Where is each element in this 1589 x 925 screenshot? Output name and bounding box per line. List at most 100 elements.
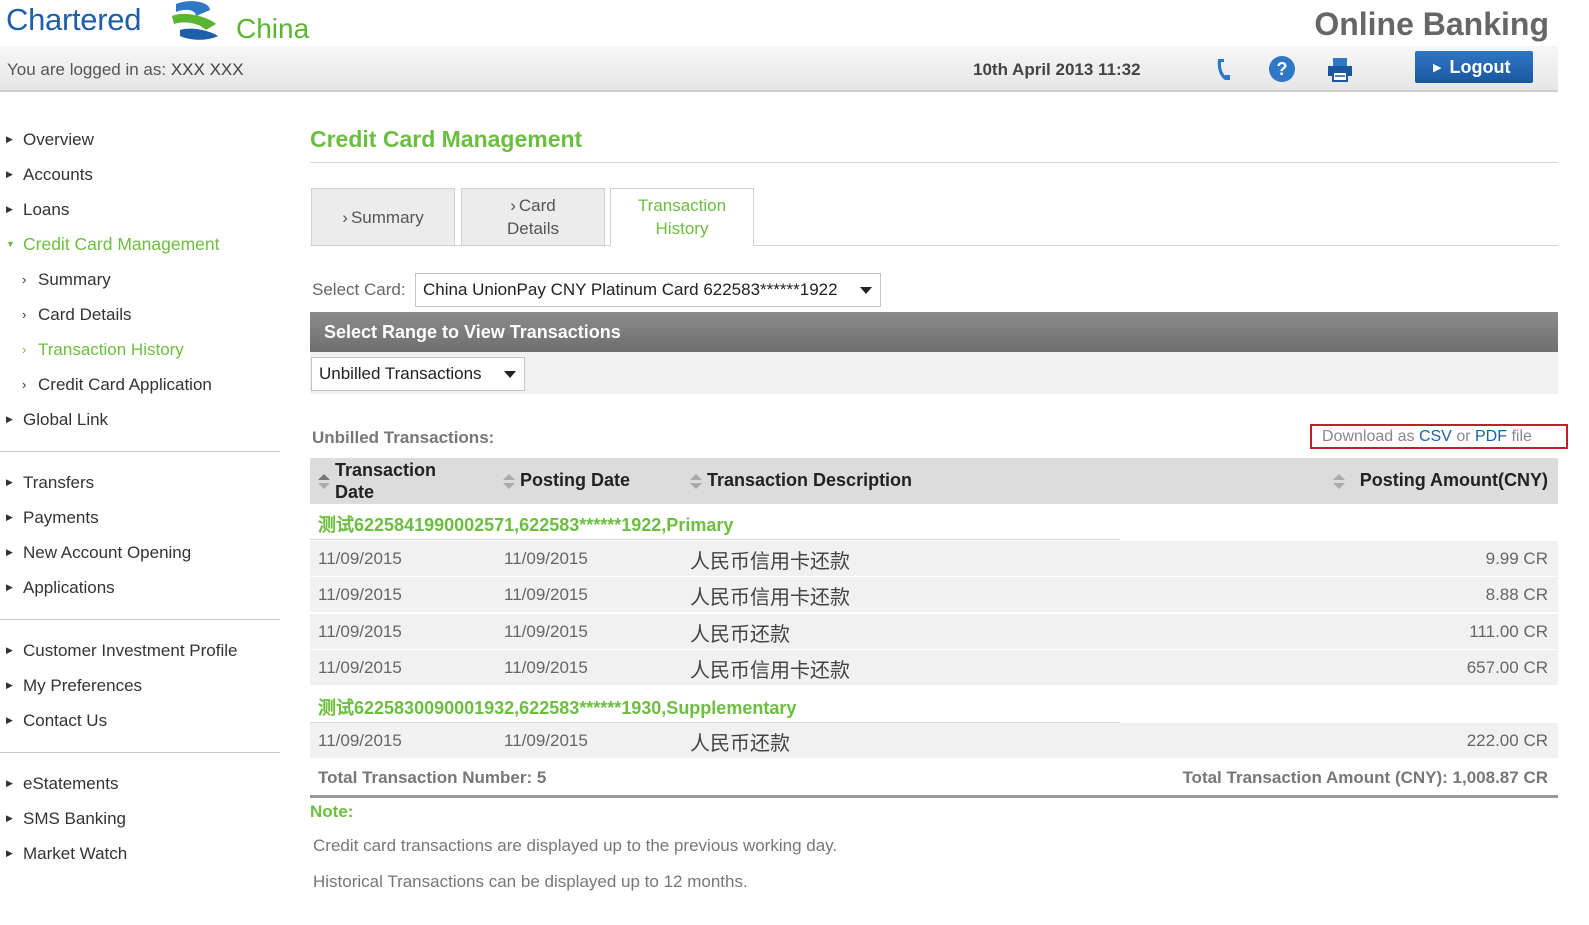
page-title: Credit Card Management bbox=[310, 126, 583, 152]
total-transaction-amount: Total Transaction Amount (CNY): 1,008.87… bbox=[1182, 768, 1548, 787]
column-transaction-date[interactable]: Transaction Date bbox=[335, 459, 436, 503]
sort-icon[interactable] bbox=[690, 474, 702, 490]
table-row: 11/09/2015 11/09/2015 人民币信用卡还款 657.00 CR bbox=[310, 650, 1558, 686]
sidebar-item-label: Transaction History bbox=[38, 340, 184, 359]
caret-down-icon bbox=[504, 371, 516, 378]
table-row: 11/09/2015 11/09/2015 人民币信用卡还款 9.99 CR bbox=[310, 541, 1558, 577]
sidebar-item-my-preferences[interactable]: ▶ My Preferences bbox=[0, 668, 280, 703]
sidebar-item-label: Credit Card Application bbox=[38, 375, 212, 394]
triangle-right-icon: ▶ bbox=[6, 169, 13, 179]
card-group-header: 测试6225841990002571,622583******1922,Prim… bbox=[310, 504, 1558, 540]
chevron-right-icon: › bbox=[510, 196, 516, 215]
sidebar-item-label: eStatements bbox=[23, 774, 119, 793]
sidebar-item-transfers[interactable]: ▶ Transfers bbox=[0, 465, 280, 500]
sort-icon[interactable] bbox=[1333, 474, 1345, 490]
triangle-right-icon: ▶ bbox=[6, 680, 13, 690]
sidebar-divider bbox=[0, 619, 280, 620]
download-pdf-link[interactable]: PDF bbox=[1475, 428, 1507, 445]
sidebar-item-contact-us[interactable]: ▶ Contact Us bbox=[0, 703, 280, 738]
cell-transaction-date: 11/09/2015 bbox=[318, 658, 402, 677]
sort-icon[interactable] bbox=[503, 474, 515, 490]
tab-transaction-history[interactable]: Transaction History bbox=[610, 188, 754, 246]
triangle-right-icon: ▶ bbox=[6, 547, 13, 557]
sidebar-item-label: Market Watch bbox=[23, 844, 128, 863]
sidebar-item-payments[interactable]: ▶ Payments bbox=[0, 500, 280, 535]
login-prefix: You are logged in as: bbox=[7, 60, 167, 79]
table-row: 11/09/2015 11/09/2015 人民币还款 222.00 CR bbox=[310, 723, 1558, 759]
sidebar-item-market-watch[interactable]: ▶ Market Watch bbox=[0, 836, 280, 871]
cell-amount: 8.88 CR bbox=[1485, 585, 1548, 604]
card-group-title: 测试6225830090001932,622583******1930,Supp… bbox=[318, 698, 797, 718]
phone-icon[interactable] bbox=[1209, 54, 1239, 84]
sidebar-subitem-credit-card-application[interactable]: › Credit Card Application bbox=[0, 367, 280, 402]
download-csv-link[interactable]: CSV bbox=[1419, 428, 1452, 445]
sidebar-item-global-link[interactable]: ▶ Global Link bbox=[0, 402, 280, 437]
tab-summary[interactable]: › Summary bbox=[311, 188, 455, 246]
group-divider bbox=[310, 539, 1120, 540]
sidebar-item-credit-card-management[interactable]: ▼ Credit Card Management bbox=[0, 227, 280, 262]
sidebar-item-label: Accounts bbox=[23, 165, 93, 184]
chevron-right-icon: › bbox=[22, 377, 27, 392]
sidebar-item-label: Customer Investment Profile bbox=[23, 641, 238, 660]
cell-posting-date: 11/09/2015 bbox=[504, 549, 588, 568]
triangle-right-icon: ▶ bbox=[6, 414, 13, 424]
sidebar-item-estatements[interactable]: ▶ eStatements bbox=[0, 766, 280, 801]
sidebar-item-customer-investment-profile[interactable]: ▶ Customer Investment Profile bbox=[0, 633, 280, 668]
sidebar-item-loans[interactable]: ▶ Loans bbox=[0, 192, 280, 227]
column-transaction-description[interactable]: Transaction Description bbox=[707, 470, 912, 491]
chevron-right-icon: › bbox=[22, 272, 27, 287]
sidebar-subitem-transaction-history[interactable]: › Transaction History bbox=[0, 332, 280, 367]
cell-transaction-date: 11/09/2015 bbox=[318, 731, 402, 750]
sidebar-item-label: New Account Opening bbox=[23, 543, 192, 562]
brand-name: Chartered bbox=[6, 2, 142, 37]
cell-posting-date: 11/09/2015 bbox=[504, 731, 588, 750]
column-posting-date[interactable]: Posting Date bbox=[520, 470, 630, 491]
triangle-right-icon: ▶ bbox=[6, 477, 13, 487]
sidebar-item-label: Payments bbox=[23, 508, 99, 527]
download-prefix: Download as bbox=[1322, 428, 1415, 445]
tab-label: Summary bbox=[350, 207, 424, 227]
range-section-header: Select Range to View Transactions bbox=[310, 312, 1558, 352]
selected-card-value: China UnionPay CNY Platinum Card 622583*… bbox=[423, 280, 838, 299]
cell-posting-date: 11/09/2015 bbox=[504, 658, 588, 677]
sidebar-subitem-summary[interactable]: › Summary bbox=[0, 262, 280, 297]
triangle-right-icon: ▶ bbox=[6, 582, 13, 592]
logout-button[interactable]: ▶ Logout bbox=[1415, 51, 1533, 83]
column-posting-amount[interactable]: Posting Amount(CNY) bbox=[1360, 470, 1548, 491]
sidebar-item-label: Applications bbox=[23, 578, 115, 597]
tab-card-details[interactable]: › Card Details bbox=[461, 188, 605, 246]
sidebar-divider bbox=[0, 752, 280, 753]
sidebar-item-applications[interactable]: ▶ Applications bbox=[0, 570, 280, 605]
sidebar-item-new-account-opening[interactable]: ▶ New Account Opening bbox=[0, 535, 280, 570]
select-card-dropdown[interactable]: China UnionPay CNY Platinum Card 622583*… bbox=[415, 273, 881, 307]
range-value: Unbilled Transactions bbox=[319, 364, 482, 383]
title-divider bbox=[310, 162, 1558, 163]
cell-amount: 222.00 CR bbox=[1466, 731, 1548, 750]
cell-amount: 9.99 CR bbox=[1485, 549, 1548, 568]
total-transaction-number: Total Transaction Number: 5 bbox=[318, 768, 547, 787]
select-card-label: Select Card: bbox=[312, 280, 406, 299]
sidebar-item-overview[interactable]: ▶ Overview bbox=[0, 122, 280, 157]
triangle-right-icon: ▶ bbox=[6, 848, 13, 858]
cell-posting-date: 11/09/2015 bbox=[504, 622, 588, 641]
column-header-line: Date bbox=[335, 482, 375, 502]
note-title: Note: bbox=[310, 802, 354, 821]
printer-icon[interactable] bbox=[1325, 54, 1355, 84]
logout-label: Logout bbox=[1449, 57, 1511, 77]
range-dropdown[interactable]: Unbilled Transactions bbox=[311, 357, 525, 391]
chevron-right-icon: › bbox=[22, 342, 27, 357]
note-line: Credit card transactions are displayed u… bbox=[313, 836, 838, 855]
cell-description: 人民币还款 bbox=[690, 622, 790, 646]
note-line: Historical Transactions can be displayed… bbox=[313, 872, 748, 891]
help-icon[interactable]: ? bbox=[1267, 54, 1297, 84]
sidebar-item-sms-banking[interactable]: ▶ SMS Banking bbox=[0, 801, 280, 836]
sidebar-subitem-card-details[interactable]: › Card Details bbox=[0, 297, 280, 332]
app-title: Online Banking bbox=[1314, 6, 1549, 42]
table-totals-row: Total Transaction Number: 5 Total Transa… bbox=[310, 760, 1558, 798]
sidebar-item-label: Card Details bbox=[38, 305, 132, 324]
sort-icon[interactable] bbox=[318, 474, 330, 490]
sidebar-item-accounts[interactable]: ▶ Accounts bbox=[0, 157, 280, 192]
triangle-right-icon: ▶ bbox=[6, 778, 13, 788]
current-datetime: 10th April 2013 11:32 bbox=[973, 60, 1141, 79]
chevron-right-icon: › bbox=[342, 207, 348, 227]
